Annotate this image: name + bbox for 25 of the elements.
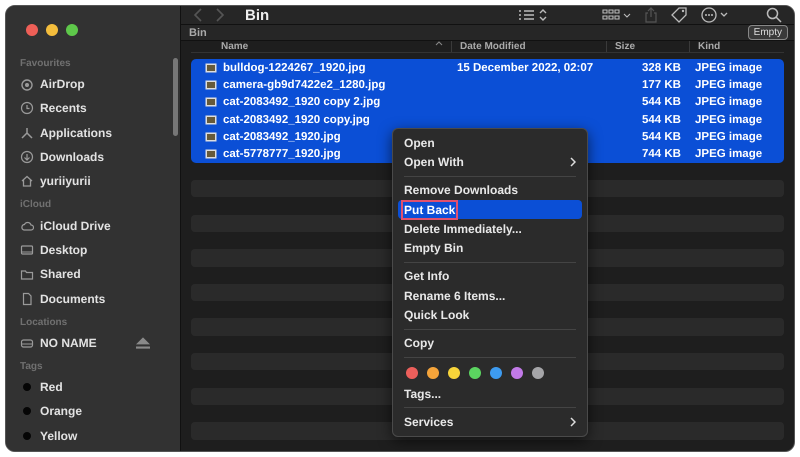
- file-name: cat-2083492_1920 copy 2.jpg: [223, 96, 380, 108]
- sidebar-section-title: Locations: [19, 316, 68, 330]
- file-name: bulldog-1224267_1920.jpg: [223, 62, 366, 74]
- window-title: Bin: [245, 6, 270, 24]
- file-kind: JPEG image: [694, 114, 764, 126]
- file-name: cat-2083492_1920 copy.jpg: [223, 114, 370, 126]
- path-label: Bin: [189, 26, 207, 38]
- file-size: 177 KB: [641, 78, 682, 91]
- file-name: cat-5778777_1920.jpg: [223, 148, 341, 160]
- file-kind: JPEG image: [694, 78, 764, 91]
- file-size: 544 KB: [641, 130, 682, 143]
- file-kind: JPEG image: [694, 148, 764, 160]
- sidebar-section-title: Tags: [19, 360, 44, 374]
- file-kind: JPEG image: [694, 62, 764, 74]
- file-size: 544 KB: [641, 114, 682, 126]
- sidebar-section-title: Favourites: [19, 57, 72, 71]
- file-kind: JPEG image: [694, 130, 764, 143]
- file-size: 544 KB: [641, 96, 682, 108]
- file-name: camera-gb9d7422e2_1280.jpg: [223, 78, 386, 91]
- date-modified: 15 December 2022, 02:07: [457, 62, 594, 74]
- file-name: cat-2083492_1920.jpg: [223, 130, 341, 143]
- file-kind: JPEG image: [694, 96, 764, 108]
- sidebar-section-title: iCloud: [19, 198, 52, 212]
- file-size: 744 KB: [641, 148, 682, 160]
- file-size: 328 KB: [641, 62, 682, 74]
